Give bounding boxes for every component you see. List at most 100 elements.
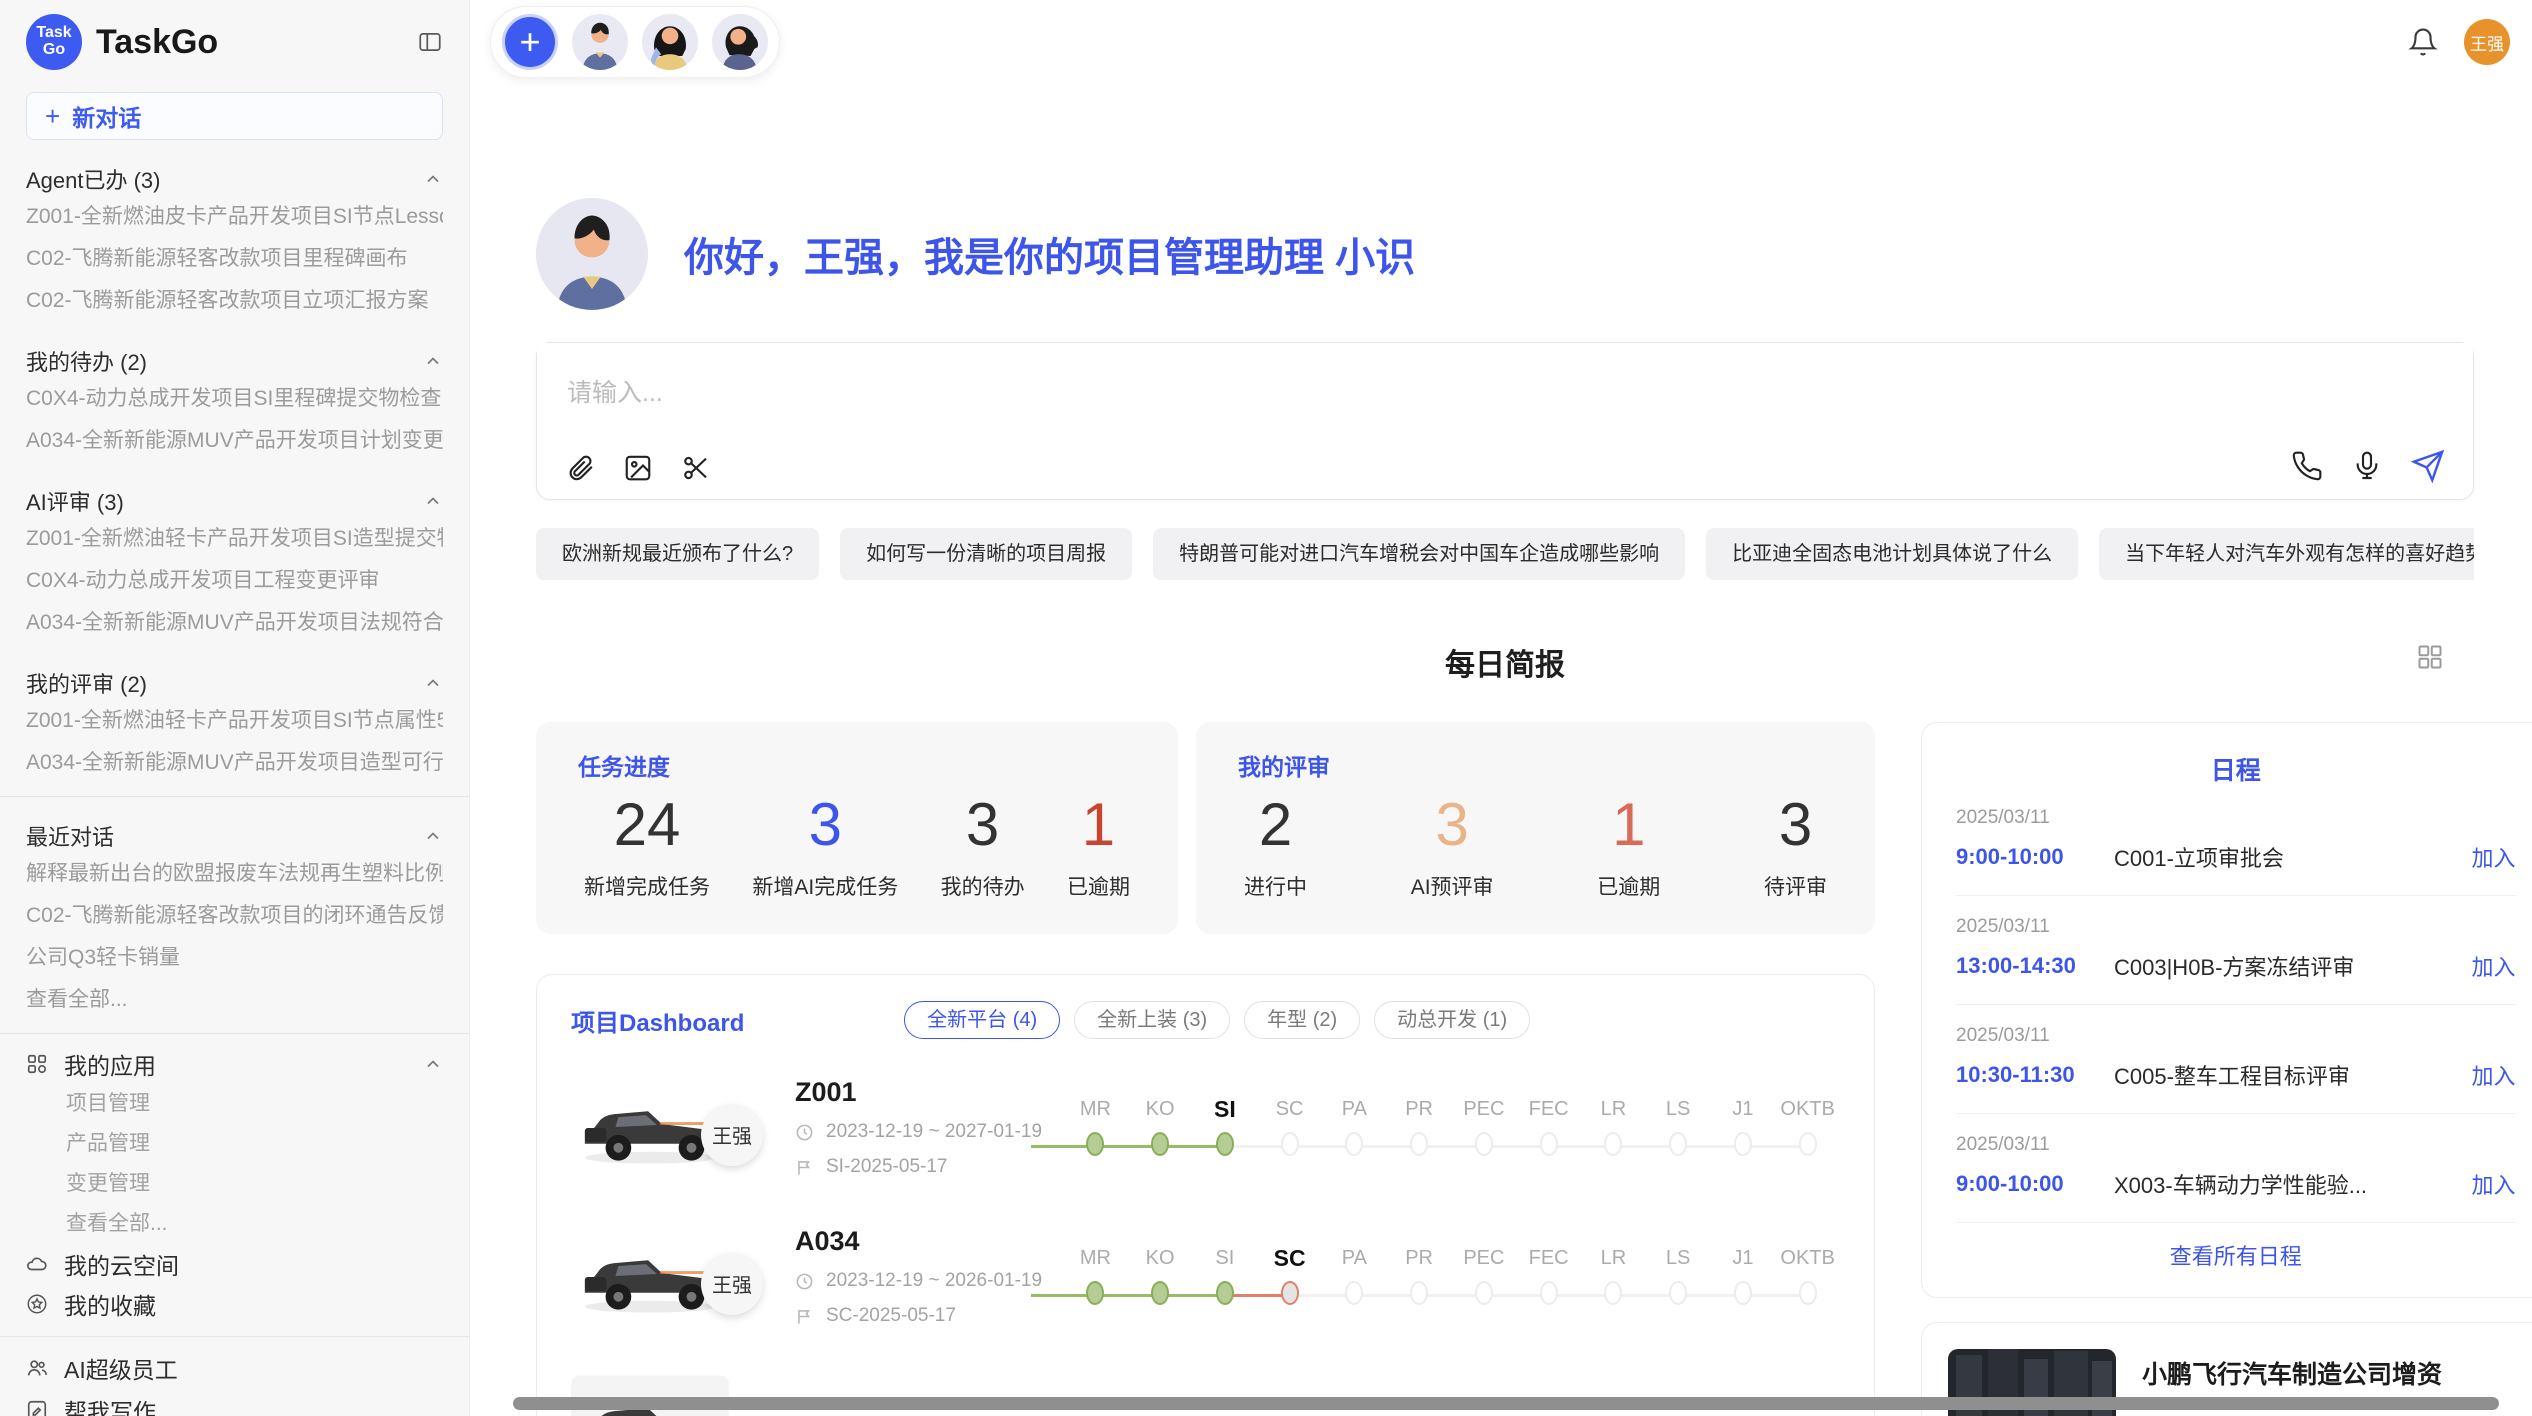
conversation-item[interactable]: Z001-全新燃油皮卡产品开发项目SI节点Lesson Learn报告	[26, 196, 443, 238]
filter-chip[interactable]: 年型 (2)	[1244, 1001, 1360, 1039]
dashboard-header: 项目Dashboard 全新平台 (4) 全新上装 (3) 年型 (2) 动总开…	[571, 1001, 1840, 1039]
join-link[interactable]: 加入	[2472, 1168, 2516, 1200]
conversation-item[interactable]: 解释最新出台的欧盟报废车法规再生塑料比例被调至15%...	[26, 853, 443, 895]
schedule-date: 2025/03/11	[1956, 807, 2516, 829]
project-flag-text: SC-2025-05-17	[826, 1305, 956, 1327]
view-all-link[interactable]: 查看全部...	[26, 979, 443, 1021]
microphone-icon[interactable]	[2351, 450, 2383, 482]
news-title: 小鹏飞行汽车制造公司增资	[2142, 1355, 2524, 1391]
flag-icon	[795, 1158, 814, 1177]
conversation-item[interactable]: C02-飞腾新能源轻客改款项目的闭环通告反馈情况	[26, 895, 443, 937]
milestone-dot	[1669, 1281, 1687, 1305]
send-icon[interactable]	[2411, 449, 2445, 483]
milestone-dot	[1345, 1132, 1363, 1156]
conversation-item[interactable]: C0X4-动力总成开发项目SI里程碑提交物检查	[26, 378, 443, 420]
conversation-item[interactable]: Z001-全新燃油轻卡产品开发项目SI节点属性5D文件评审	[26, 700, 443, 742]
assistant-avatar[interactable]	[712, 14, 768, 70]
filter-chip[interactable]: 全新平台 (4)	[904, 1001, 1060, 1039]
sidebar-item-change-mgmt[interactable]: 变更管理	[26, 1164, 443, 1204]
horizontal-scrollbar[interactable]	[513, 1397, 2499, 1410]
attachment-icon[interactable]	[565, 453, 595, 483]
section-label: AI评审 (3)	[26, 485, 124, 517]
schedule-item: 2025/03/11 9:00-10:00 X003-车辆动力学性能验... 加…	[1956, 1114, 2516, 1223]
assistant-avatar[interactable]	[572, 14, 628, 70]
sidebar-item-project-mgmt[interactable]: 项目管理	[26, 1084, 443, 1124]
conversation-item[interactable]: Z001-全新燃油轻卡产品开发项目SI造型提交物评审	[26, 518, 443, 560]
layout-grid-icon[interactable]	[2416, 643, 2444, 676]
suggestion-chip[interactable]: 比亚迪全固态电池计划具体说了什么	[1706, 528, 2078, 580]
phone-icon[interactable]	[2291, 450, 2323, 482]
stat-value: 3	[752, 790, 898, 859]
conversation-item[interactable]: C02-飞腾新能源轻客改款项目立项汇报方案	[26, 280, 443, 322]
stat-value: 3	[941, 790, 1025, 859]
conversation-item[interactable]: A034-全新新能源MUV产品开发项目计划变更表编写	[26, 420, 443, 462]
top-right-controls: 王强	[2408, 19, 2510, 65]
milestone-timeline: MR KO SI SC PA PR PEC FEC LR LS J1 OKTB	[1063, 1243, 1840, 1311]
add-assistant-button[interactable]: +	[502, 14, 558, 70]
plus-icon: +	[45, 101, 60, 132]
view-all-schedule-link[interactable]: 查看所有日程	[1956, 1223, 2516, 1277]
sidebar-item-favorites[interactable]: 我的收藏	[26, 1284, 443, 1324]
section-agent-done[interactable]: Agent已办 (3)	[26, 162, 443, 196]
section-ai-review[interactable]: AI评审 (3)	[26, 484, 443, 518]
schedule-date: 2025/03/11	[1956, 1134, 2516, 1156]
cloud-icon	[26, 1253, 48, 1275]
notification-bell-icon[interactable]	[2408, 27, 2438, 57]
milestone-label: KO	[1128, 1243, 1193, 1273]
briefing-right-column: 日程 2025/03/11 9:00-10:00 C001-立项审批会 加入 2…	[1921, 722, 2532, 1416]
join-link[interactable]: 加入	[2472, 1059, 2516, 1091]
sidebar-item-label: AI超级员工	[64, 1351, 178, 1385]
flag-icon	[795, 1307, 814, 1326]
sidebar-item-ai-super-staff[interactable]: AI超级员工	[26, 1347, 443, 1389]
conversation-item[interactable]: A034-全新新能源MUV产品开发项目造型可行性评审	[26, 742, 443, 784]
conversation-item[interactable]: 公司Q3轻卡销量	[26, 937, 443, 979]
filter-chip[interactable]: 全新上装 (3)	[1074, 1001, 1230, 1039]
suggestion-chips: 欧洲新规最近颁布了什么? 如何写一份清晰的项目周报 特朗普可能对进口汽车增税会对…	[536, 528, 2474, 580]
stats-row: 任务进度 24 新增完成任务 3 新增AI完成任务 3 我的待办	[536, 722, 1875, 934]
milestone-label: MR	[1063, 1243, 1128, 1273]
sidebar-item-product-mgmt[interactable]: 产品管理	[26, 1124, 443, 1164]
task-progress-card: 任务进度 24 新增完成任务 3 新增AI完成任务 3 我的待办	[536, 722, 1178, 934]
milestone-label: J1	[1711, 1094, 1776, 1124]
sidebar-item-cloud-space[interactable]: 我的云空间	[26, 1244, 443, 1284]
chat-input[interactable]	[537, 343, 2473, 435]
join-link[interactable]: 加入	[2472, 841, 2516, 873]
new-chat-button[interactable]: + 新对话	[26, 92, 443, 140]
stat-label: 待评审	[1764, 871, 1827, 901]
view-all-link[interactable]: 查看全部...	[26, 1204, 443, 1244]
assistant-switcher: +	[490, 6, 780, 78]
join-link[interactable]: 加入	[2472, 950, 2516, 982]
filter-chip[interactable]: 动总开发 (1)	[1374, 1001, 1530, 1039]
suggestion-chip[interactable]: 当下年轻人对汽车外观有怎样的喜好趋势	[2099, 528, 2474, 580]
section-label: 我的待办 (2)	[26, 345, 147, 377]
section-recent-chats[interactable]: 最近对话	[26, 819, 443, 853]
project-row[interactable]: 王强 Z001 2023-12-19 ~ 2027-01-19 SI-2025-…	[571, 1077, 1840, 1178]
milestone-dot	[1216, 1281, 1234, 1305]
stats: 24 新增完成任务 3 新增AI完成任务 3 我的待办 1	[578, 790, 1136, 901]
conversation-item[interactable]: A034-全新新能源MUV产品开发项目法规符合性评审	[26, 602, 443, 644]
schedule-time: 9:00-10:00	[1956, 844, 2114, 870]
conversation-item[interactable]: C0X4-动力总成开发项目工程变更评审	[26, 560, 443, 602]
suggestion-chip[interactable]: 欧洲新规最近颁布了什么?	[536, 528, 819, 580]
image-icon[interactable]	[623, 453, 653, 483]
user-avatar[interactable]: 王强	[2464, 19, 2510, 65]
section-my-todo[interactable]: 我的待办 (2)	[26, 344, 443, 378]
scissors-icon[interactable]	[681, 453, 711, 483]
suggestion-chip[interactable]: 特朗普可能对进口汽车增税会对中国车企造成哪些影响	[1153, 528, 1685, 580]
sidebar-collapse-icon[interactable]	[417, 29, 443, 55]
milestone-dot	[1086, 1132, 1104, 1156]
conversation-item[interactable]: C02-飞腾新能源轻客改款项目里程碑画布	[26, 238, 443, 280]
section-my-review[interactable]: 我的评审 (2)	[26, 666, 443, 700]
stat-new-ai-completed: 3 新增AI完成任务	[752, 790, 898, 901]
suggestion-chip[interactable]: 如何写一份清晰的项目周报	[840, 528, 1132, 580]
chevron-up-icon	[423, 1054, 443, 1074]
project-owner-badge: 王强	[701, 1104, 763, 1166]
project-dates: 2023-12-19 ~ 2027-01-19	[795, 1121, 1045, 1143]
stat-pending-review: 3 待评审	[1764, 790, 1827, 901]
sidebar-item-my-apps[interactable]: 我的应用	[26, 1044, 443, 1084]
schedule-time: 13:00-14:30	[1956, 953, 2114, 979]
stat-label: AI预评审	[1411, 871, 1494, 901]
assistant-avatar[interactable]	[642, 14, 698, 70]
project-row[interactable]: 王强 A034 2023-12-19 ~ 2026-01-19 SC-2025-…	[571, 1226, 1840, 1327]
sidebar-item-help-me-write[interactable]: 帮我写作	[26, 1389, 443, 1416]
